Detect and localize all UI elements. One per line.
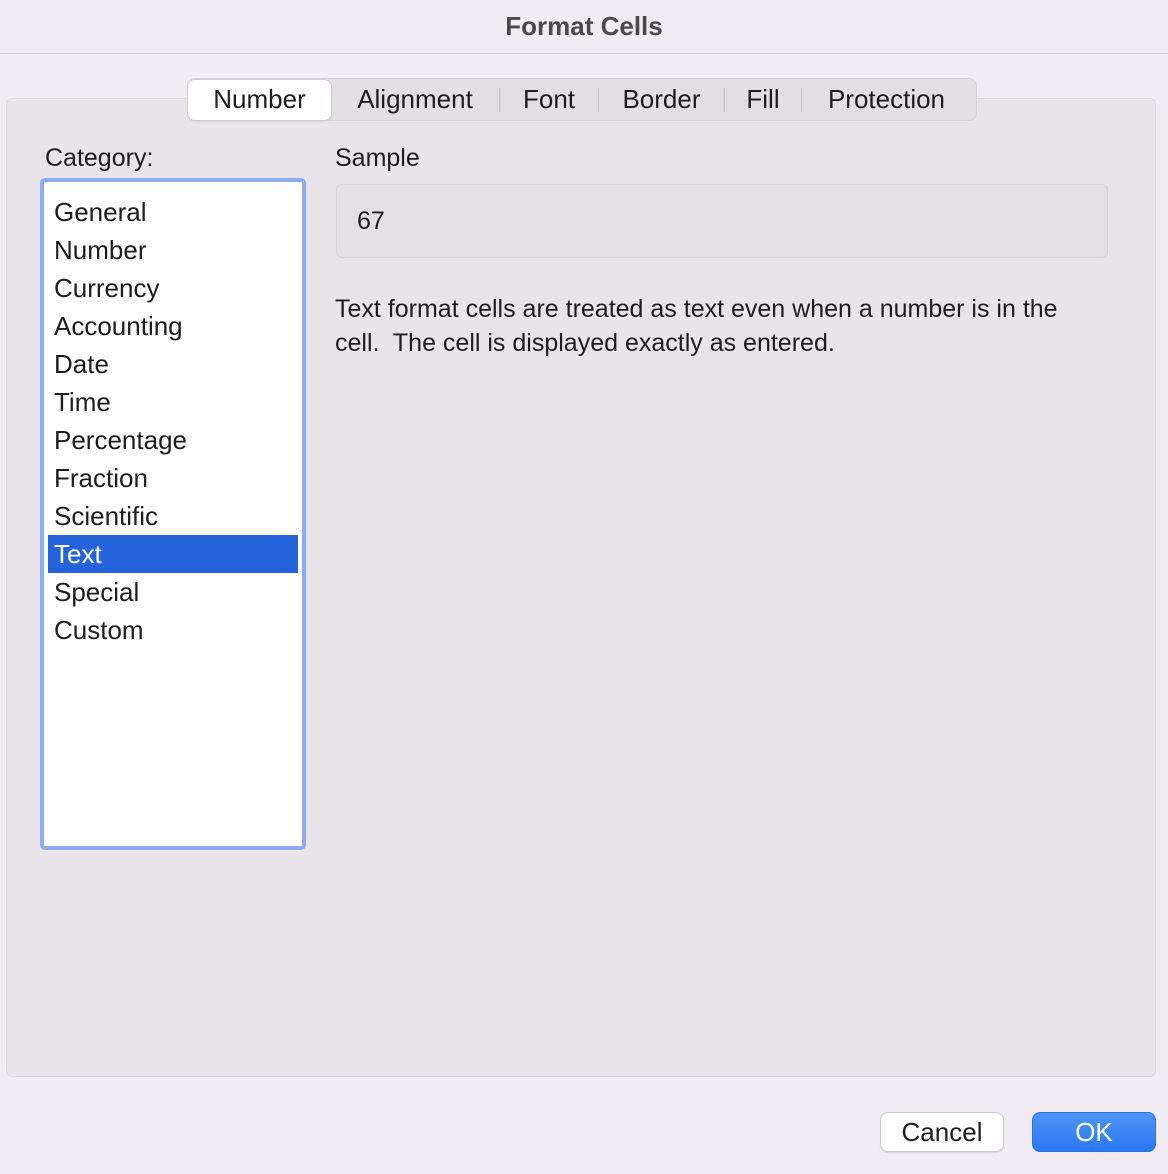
- tab-fill[interactable]: Fill: [725, 79, 801, 120]
- dialog-title: Format Cells: [505, 11, 663, 41]
- cancel-button[interactable]: Cancel: [880, 1112, 1004, 1152]
- sample-label: Sample: [335, 144, 420, 172]
- category-item-time[interactable]: Time: [48, 383, 298, 421]
- category-item-accounting[interactable]: Accounting: [48, 307, 298, 345]
- category-item-currency[interactable]: Currency: [48, 269, 298, 307]
- category-item-scientific[interactable]: Scientific: [48, 497, 298, 535]
- category-list[interactable]: General Number Currency Accounting Date …: [40, 178, 306, 850]
- format-description: Text format cells are treated as text ev…: [335, 295, 1065, 357]
- format-cells-dialog: Format Cells Number Alignment Font Borde…: [0, 0, 1168, 1174]
- ok-button[interactable]: OK: [1032, 1112, 1156, 1152]
- category-item-percentage[interactable]: Percentage: [48, 421, 298, 459]
- category-item-general[interactable]: General: [48, 193, 298, 231]
- category-label: Category:: [45, 144, 154, 172]
- tab-bar: Number Alignment Font Border Fill Protec…: [187, 78, 977, 121]
- tab-alignment[interactable]: Alignment: [331, 79, 499, 120]
- tab-font[interactable]: Font: [500, 79, 598, 120]
- tab-number[interactable]: Number: [188, 79, 331, 120]
- category-item-text[interactable]: Text: [48, 535, 298, 573]
- category-item-special[interactable]: Special: [48, 573, 298, 611]
- category-list-inner: General Number Currency Accounting Date …: [48, 186, 298, 842]
- sample-preview-box: 67: [336, 184, 1108, 258]
- category-item-fraction[interactable]: Fraction: [48, 459, 298, 497]
- tab-border[interactable]: Border: [599, 79, 724, 120]
- title-bar: Format Cells: [0, 0, 1168, 54]
- tab-protection[interactable]: Protection: [802, 79, 971, 120]
- category-item-number[interactable]: Number: [48, 231, 298, 269]
- category-item-date[interactable]: Date: [48, 345, 298, 383]
- category-item-custom[interactable]: Custom: [48, 611, 298, 649]
- sample-value: 67: [357, 207, 385, 235]
